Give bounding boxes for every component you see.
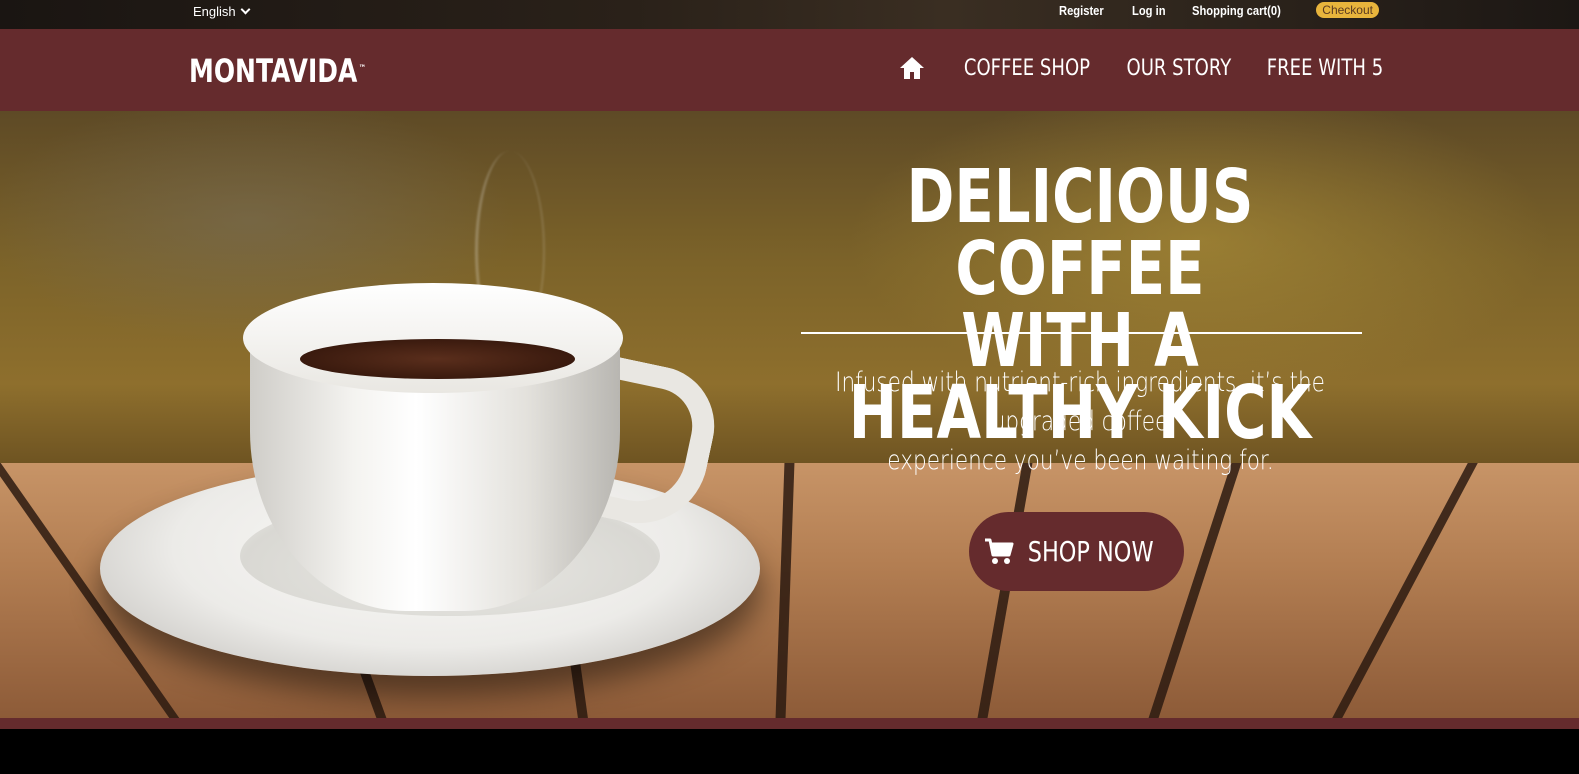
shopping-cart-icon: [984, 538, 1014, 564]
login-link[interactable]: Log in: [1132, 3, 1166, 18]
nav-item-free-with-5[interactable]: FREE WITH 5: [1267, 56, 1383, 81]
hero-banner: DELICIOUS COFFEE WITH A HEALTHY KICK Inf…: [0, 111, 1579, 718]
coffee-cup-image: [95, 151, 765, 676]
headline-divider: [801, 332, 1362, 334]
trademark-mark: ™: [358, 64, 366, 74]
home-icon[interactable]: [899, 55, 925, 81]
primary-nav: COFFEE SHOP OUR STORY FREE WITH 5: [899, 55, 1383, 81]
footer-accent-bar: [0, 718, 1579, 729]
checkout-button[interactable]: Checkout: [1316, 2, 1379, 18]
account-links: Register Log in Shopping cart(0) Checkou…: [1059, 2, 1379, 18]
top-utility-bar: English Register Log in Shopping cart(0)…: [0, 0, 1579, 29]
shop-now-label: SHOP NOW: [1027, 535, 1154, 568]
language-label: English: [193, 4, 236, 19]
shopping-cart-link[interactable]: Shopping cart(0): [1192, 3, 1281, 18]
subtext-line-2: experience you’ve been waiting for.: [886, 445, 1274, 476]
main-navbar: MONTAVIDA ™ COFFEE SHOP OUR STORY FREE WI…: [0, 29, 1579, 111]
language-selector[interactable]: English: [193, 4, 251, 19]
chevron-down-icon: [240, 4, 251, 15]
brand-logo[interactable]: MONTAVIDA ™: [189, 53, 366, 89]
headline-line-1: DELICIOUS COFFEE: [906, 154, 1254, 312]
subtext-line-1: Infused with nutrient-rich ingredients, …: [835, 367, 1325, 437]
footer-area: [0, 729, 1579, 774]
nav-item-coffee-shop[interactable]: COFFEE SHOP: [964, 56, 1090, 81]
register-link[interactable]: Register: [1059, 3, 1104, 18]
hero-subtext: Infused with nutrient-rich ingredients, …: [760, 363, 1400, 480]
logo-text: MONTAVIDA: [189, 52, 358, 90]
nav-item-our-story[interactable]: OUR STORY: [1127, 56, 1232, 81]
coffee-surface: [300, 339, 575, 379]
shop-now-button[interactable]: SHOP NOW: [969, 512, 1184, 591]
